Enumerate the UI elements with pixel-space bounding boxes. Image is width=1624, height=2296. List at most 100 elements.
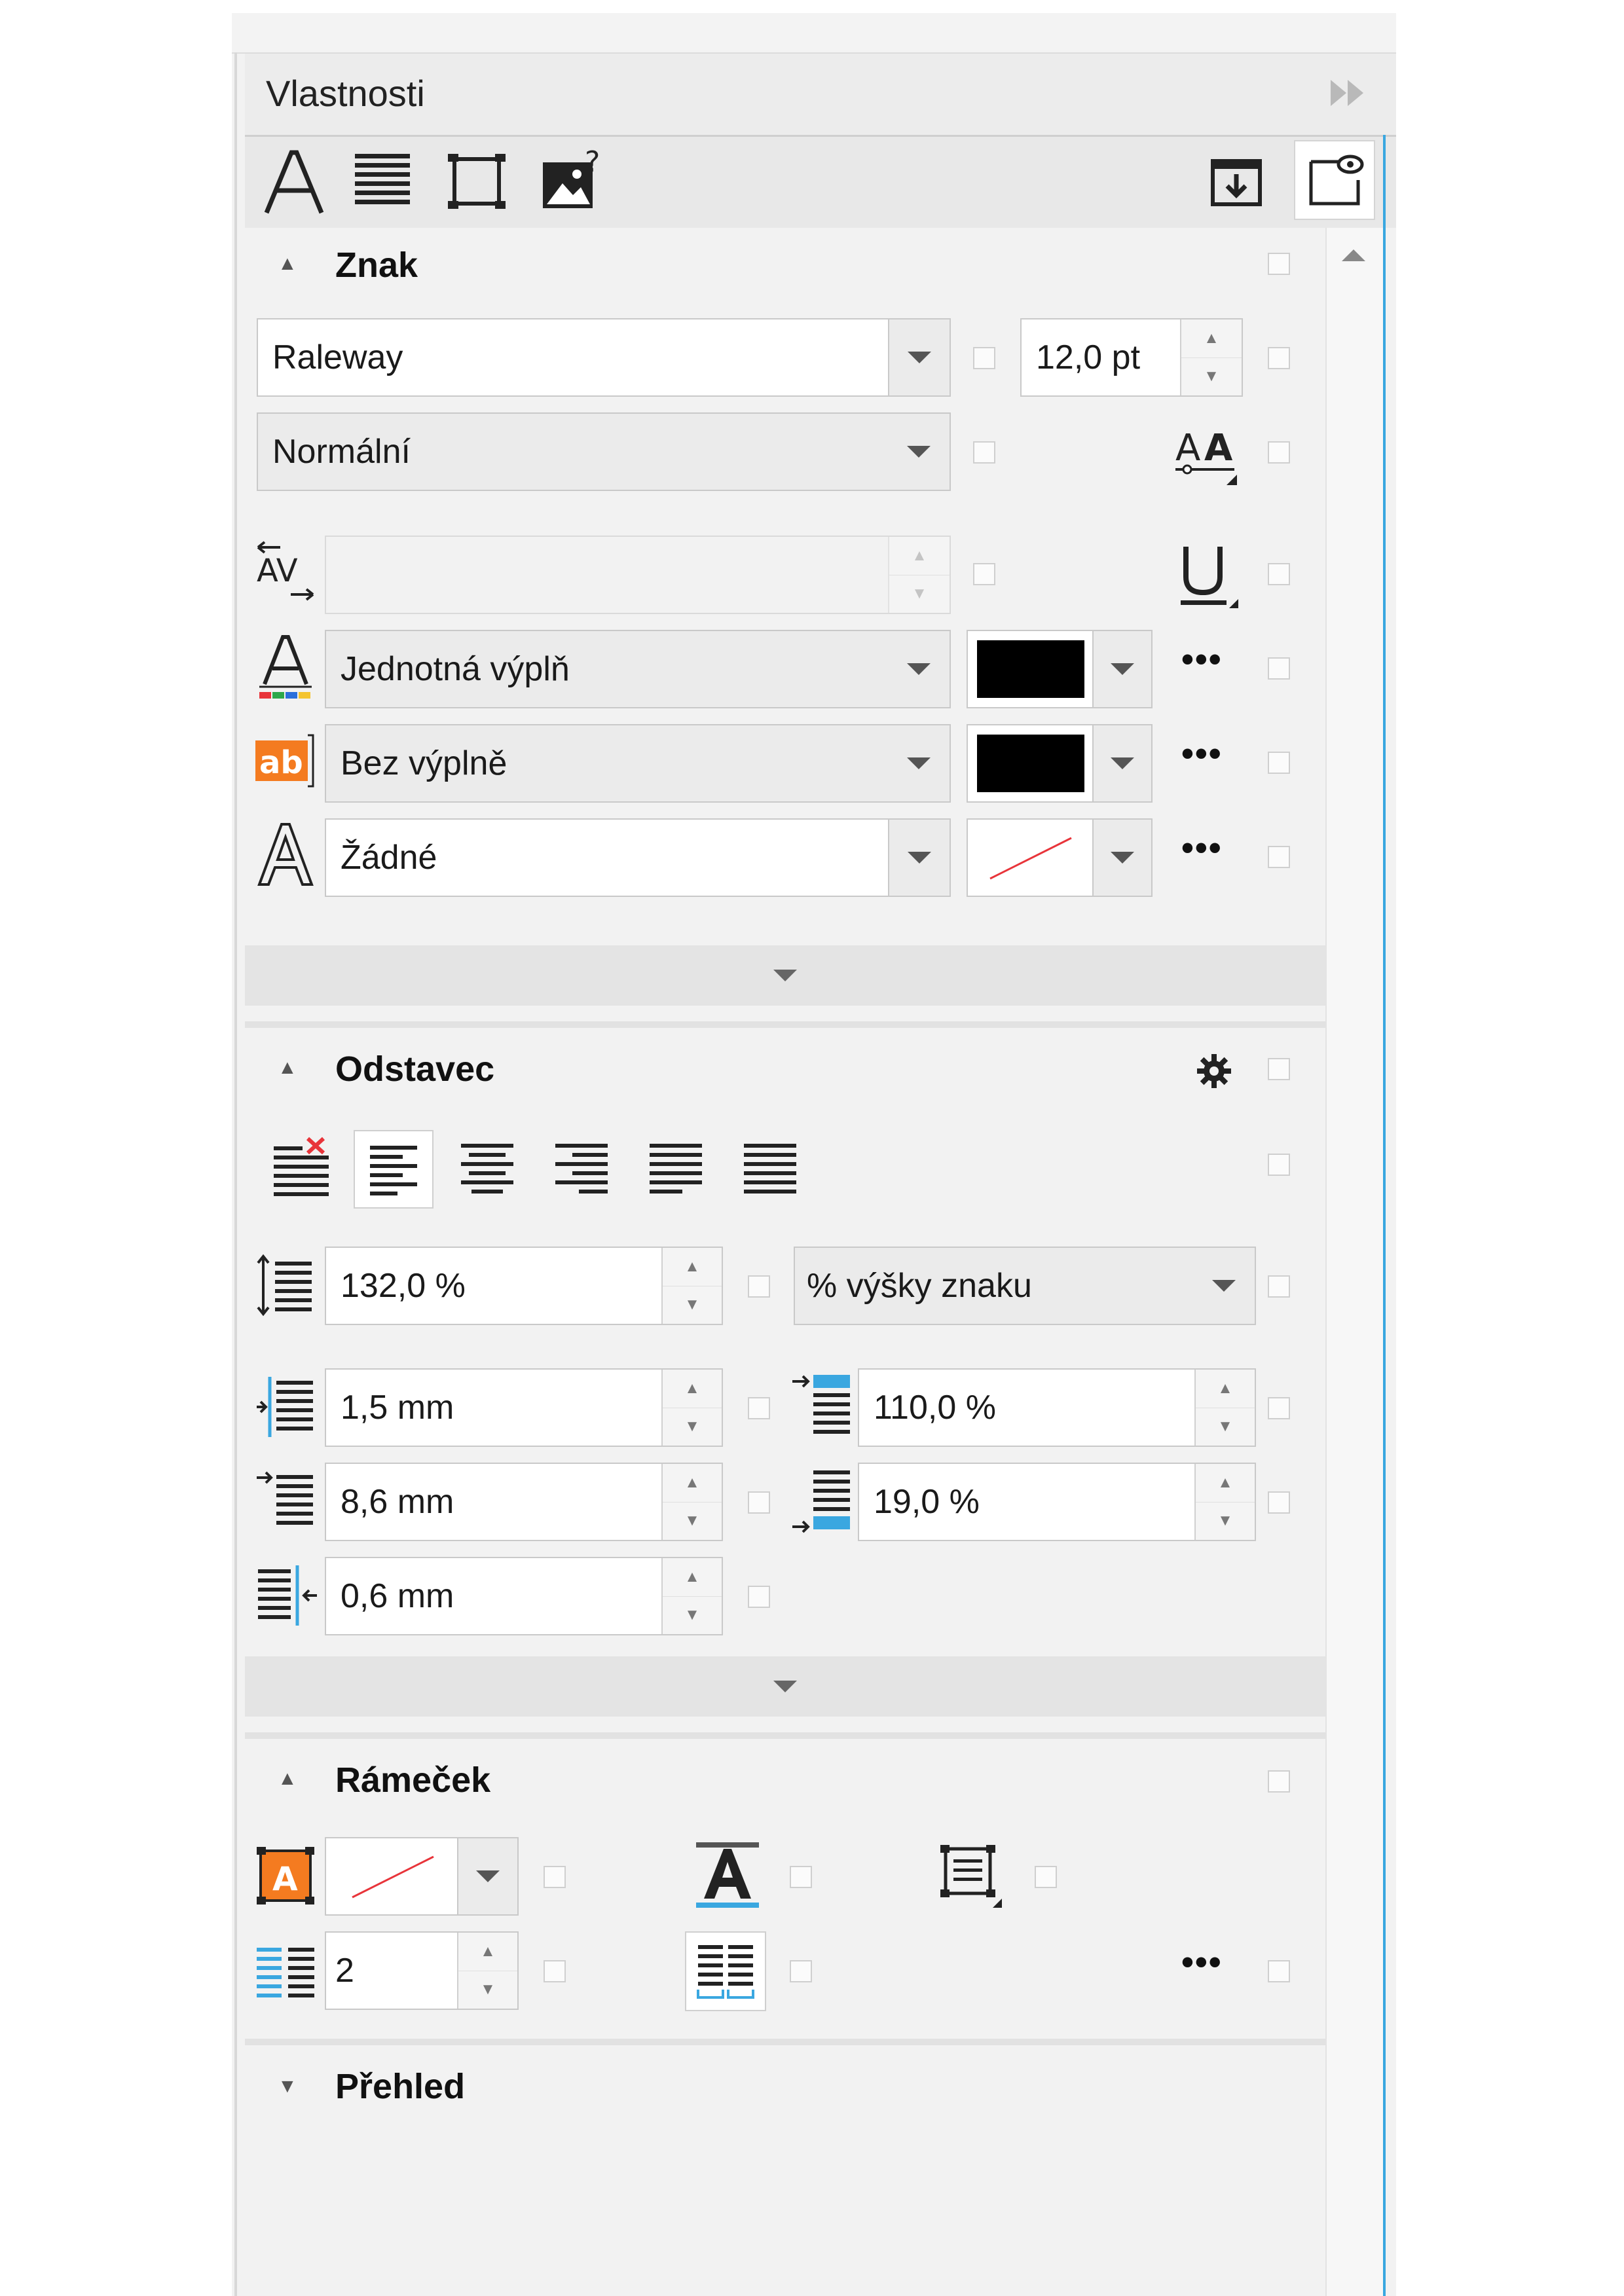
section-title-znak[interactable]: Znak [335, 245, 418, 285]
left-indent-checkbox[interactable] [748, 1397, 770, 1419]
gear-icon[interactable] [1193, 1050, 1235, 1092]
line-spacing-stepper[interactable]: ▲ ▼ [661, 1248, 722, 1324]
znak-lock-checkbox[interactable] [1268, 253, 1290, 275]
text-fill-color-dropdown-button[interactable] [1092, 631, 1151, 707]
frame-fill-checkbox[interactable] [544, 1866, 566, 1888]
paragraph-tab-icon[interactable] [350, 145, 415, 217]
spin-up-icon[interactable]: ▲ [663, 1370, 722, 1408]
spin-down-icon[interactable]: ▼ [663, 1285, 722, 1324]
font-size-stepper[interactable]: ▲ ▼ [1180, 319, 1242, 395]
section-title-ramecek[interactable]: Rámeček [335, 1760, 490, 1800]
right-indent-checkbox[interactable] [748, 1586, 770, 1608]
spin-down-icon[interactable]: ▼ [663, 1595, 722, 1635]
align-right-icon[interactable] [546, 1131, 617, 1203]
first-line-indent-stepper[interactable]: ▲ ▼ [661, 1464, 722, 1540]
spin-down-icon[interactable]: ▼ [889, 574, 950, 613]
odstavec-collapse-icon[interactable]: ▲ [278, 1057, 297, 1079]
apply-to-all-icon[interactable] [1205, 152, 1268, 212]
spin-down-icon[interactable]: ▼ [663, 1501, 722, 1540]
text-fill-more-icon[interactable]: ••• [1181, 642, 1223, 677]
font-style-select[interactable]: Normální [257, 412, 951, 491]
section-title-prehled[interactable]: Přehled [335, 2066, 465, 2107]
kerning-checkbox[interactable] [973, 563, 995, 585]
text-fill-checkbox[interactable] [1268, 657, 1290, 680]
section-title-odstavec[interactable]: Odstavec [335, 1049, 494, 1089]
frame-more-icon[interactable]: ••• [1181, 1944, 1223, 1980]
background-fill-color-dropdown-button[interactable] [1092, 725, 1151, 801]
spin-up-icon[interactable]: ▲ [663, 1464, 722, 1502]
font-case-icon[interactable]: AA [1170, 416, 1242, 491]
znak-collapse-icon[interactable]: ▲ [278, 253, 297, 275]
frame-fill-dropdown-button[interactable] [457, 1838, 517, 1914]
spin-up-icon[interactable]: ▲ [663, 1248, 722, 1286]
right-indent-stepper[interactable]: ▲ ▼ [661, 1558, 722, 1634]
background-fill-checkbox[interactable] [1268, 752, 1290, 774]
align-center-icon[interactable] [452, 1131, 523, 1203]
odstavec-expand-bar[interactable] [245, 1656, 1325, 1717]
text-fill-type-select[interactable]: Jednotná výplň [325, 630, 951, 708]
align-force-justify-icon[interactable] [735, 1131, 805, 1203]
odstavec-lock-checkbox[interactable] [1268, 1058, 1290, 1080]
frame-size-checkbox[interactable] [1035, 1866, 1057, 1888]
text-outline-select[interactable]: Žádné [325, 818, 951, 897]
spin-up-icon[interactable]: ▲ [1196, 1370, 1255, 1408]
underline-checkbox[interactable] [1268, 563, 1290, 585]
text-outline-more-icon[interactable]: ••• [1181, 830, 1223, 866]
space-after-stepper[interactable]: ▲ ▼ [1194, 1464, 1255, 1540]
text-outline-color-dropdown-button[interactable] [1092, 820, 1151, 896]
background-fill-type-dropdown-button[interactable] [888, 725, 950, 801]
left-indent-stepper[interactable]: ▲ ▼ [661, 1370, 722, 1446]
vertical-justify-icon[interactable] [692, 1837, 764, 1913]
spin-down-icon[interactable]: ▼ [1196, 1501, 1255, 1540]
vertical-justify-checkbox[interactable] [790, 1866, 812, 1888]
space-before-checkbox[interactable] [1268, 1397, 1290, 1419]
character-tab-icon[interactable] [257, 144, 329, 220]
spin-up-icon[interactable]: ▲ [458, 1933, 517, 1971]
font-size-checkbox[interactable] [1268, 347, 1290, 369]
columns-stepper[interactable]: ▲ ▼ [457, 1933, 517, 2009]
align-justify-icon[interactable] [640, 1131, 711, 1203]
font-style-checkbox[interactable] [973, 441, 995, 464]
spin-down-icon[interactable]: ▼ [1181, 357, 1242, 396]
kerning-stepper[interactable]: ▲ ▼ [888, 537, 950, 613]
spacing-unit-select[interactable]: % výšky znaku [794, 1247, 1256, 1325]
column-settings-checkbox[interactable] [790, 1960, 812, 1982]
prehled-expand-icon[interactable]: ▼ [278, 2075, 297, 2098]
space-after-checkbox[interactable] [1268, 1491, 1290, 1514]
columns-checkbox[interactable] [544, 1960, 566, 1982]
spin-down-icon[interactable]: ▼ [458, 1970, 517, 2009]
frame-more-checkbox[interactable] [1268, 1960, 1290, 1982]
scroll-up-icon[interactable] [1337, 244, 1370, 267]
ramecek-collapse-icon[interactable]: ▲ [278, 1768, 297, 1790]
alignment-checkbox[interactable] [1268, 1154, 1290, 1176]
preview-toggle-icon[interactable] [1294, 140, 1375, 220]
graphic-tab-icon[interactable]: ? [537, 144, 609, 217]
spin-down-icon[interactable]: ▼ [1196, 1407, 1255, 1446]
spacing-unit-checkbox[interactable] [1268, 1275, 1290, 1298]
text-outline-dropdown-button[interactable] [888, 820, 950, 896]
align-left-icon[interactable] [354, 1130, 434, 1209]
background-fill-type-select[interactable]: Bez výplně [325, 724, 951, 803]
frame-tab-icon[interactable] [444, 145, 509, 217]
frame-size-icon[interactable] [934, 1837, 1007, 1913]
spin-down-icon[interactable]: ▼ [663, 1407, 722, 1446]
spin-up-icon[interactable]: ▲ [1196, 1464, 1255, 1502]
ramecek-lock-checkbox[interactable] [1268, 1770, 1290, 1793]
font-style-dropdown-button[interactable] [888, 414, 950, 490]
spin-up-icon[interactable]: ▲ [1181, 319, 1242, 357]
kerning-input[interactable] [325, 536, 951, 614]
spin-up-icon[interactable]: ▲ [663, 1558, 722, 1596]
spin-up-icon[interactable]: ▲ [889, 537, 950, 575]
text-fill-type-dropdown-button[interactable] [888, 631, 950, 707]
space-before-stepper[interactable]: ▲ ▼ [1194, 1370, 1255, 1446]
underline-icon[interactable] [1170, 537, 1242, 614]
vertical-scrollbar[interactable] [1325, 228, 1384, 2296]
first-line-indent-checkbox[interactable] [748, 1491, 770, 1514]
font-family-dropdown-button[interactable] [888, 319, 950, 395]
no-alignment-icon[interactable] [265, 1131, 335, 1203]
background-fill-more-icon[interactable]: ••• [1181, 736, 1223, 771]
font-family-select[interactable]: Raleway [257, 318, 951, 397]
font-family-checkbox[interactable] [973, 347, 995, 369]
spacing-unit-dropdown-button[interactable] [1193, 1248, 1255, 1324]
line-spacing-checkbox[interactable] [748, 1275, 770, 1298]
